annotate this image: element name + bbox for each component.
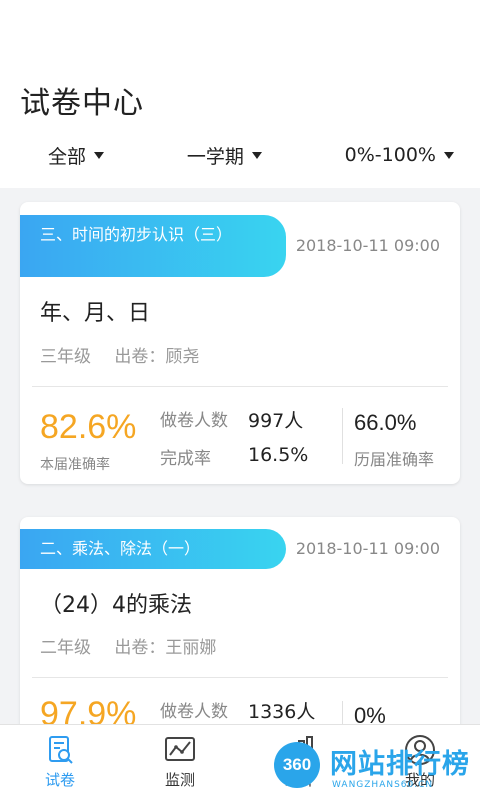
completion-value: 16.5% xyxy=(248,444,309,466)
caret-down-icon xyxy=(251,151,262,159)
paper-search-icon xyxy=(49,736,73,764)
current-accuracy-value: 82.6% xyxy=(40,408,137,446)
participants-label: 做卷人数 xyxy=(160,702,228,722)
exam-meta: 三年级 出卷：顾尧 xyxy=(40,342,217,367)
participants-value: 997人 xyxy=(248,410,304,432)
tab-papers[interactable]: 试卷 xyxy=(0,725,120,800)
page-title: 试卷中心 xyxy=(20,86,144,121)
bottom-tab-bar: 试卷 监测 统计 我的 xyxy=(0,724,480,800)
unit-tag: 三、时间的初步认识（三） xyxy=(20,215,286,277)
filter-category[interactable]: 全部 xyxy=(48,142,105,169)
tab-mine[interactable]: 我的 xyxy=(360,725,480,800)
filter-term-label: 一学期 xyxy=(186,145,244,168)
header: 试卷中心 全部 一学期 0%-100% xyxy=(0,0,480,188)
chart-line-icon xyxy=(165,737,195,761)
participants-value: 1336人 xyxy=(248,701,316,723)
divider xyxy=(32,677,448,678)
exam-card[interactable]: 三、时间的初步认识（三） 2018-10-11 09:00 年、月、日 三年级 … xyxy=(20,202,460,484)
divider xyxy=(32,386,448,387)
completion-label: 完成率 xyxy=(160,449,211,469)
filter-accuracy-range[interactable]: 0%-100% xyxy=(345,144,454,166)
filter-bar: 全部 一学期 0%-100% xyxy=(0,138,480,172)
bar-chart-icon xyxy=(290,736,313,762)
author-label: 出卷：顾尧 xyxy=(114,347,200,367)
caret-down-icon xyxy=(94,151,105,159)
grade-label: 三年级 xyxy=(40,347,91,367)
exam-title: 年、月、日 xyxy=(40,301,151,326)
filter-category-label: 全部 xyxy=(48,145,87,168)
filter-term[interactable]: 一学期 xyxy=(187,142,262,169)
current-accuracy-label: 本届准确率 xyxy=(40,457,110,473)
tab-mine-label: 我的 xyxy=(404,771,435,789)
stat-separator xyxy=(342,408,343,464)
caret-down-icon xyxy=(443,151,454,159)
unit-tag: 二、乘法、除法（一） xyxy=(20,529,286,569)
exam-card[interactable]: 二、乘法、除法（一） 2018-10-11 09:00 （24）4的乘法 二年级… xyxy=(20,517,460,747)
exam-date: 2018-10-11 09:00 xyxy=(295,236,440,255)
filter-accuracy-range-label: 0%-100% xyxy=(344,144,436,166)
exam-date: 2018-10-11 09:00 xyxy=(295,539,440,558)
tab-monitor-label: 监测 xyxy=(164,771,195,789)
grade-label: 二年级 xyxy=(40,638,91,658)
tab-stats-label: 统计 xyxy=(284,771,315,789)
exam-title: （24）4的乘法 xyxy=(40,593,192,618)
participants-label: 做卷人数 xyxy=(160,411,228,431)
tab-stats[interactable]: 统计 xyxy=(240,725,360,800)
history-accuracy-label: 历届准确率 xyxy=(354,450,435,469)
user-icon xyxy=(405,735,435,765)
exam-meta: 二年级 出卷：王丽娜 xyxy=(40,633,234,658)
tab-monitor[interactable]: 监测 xyxy=(120,725,240,800)
author-label: 出卷：王丽娜 xyxy=(114,638,217,658)
history-accuracy-value: 66.0% xyxy=(354,410,417,435)
tab-papers-label: 试卷 xyxy=(44,771,75,789)
